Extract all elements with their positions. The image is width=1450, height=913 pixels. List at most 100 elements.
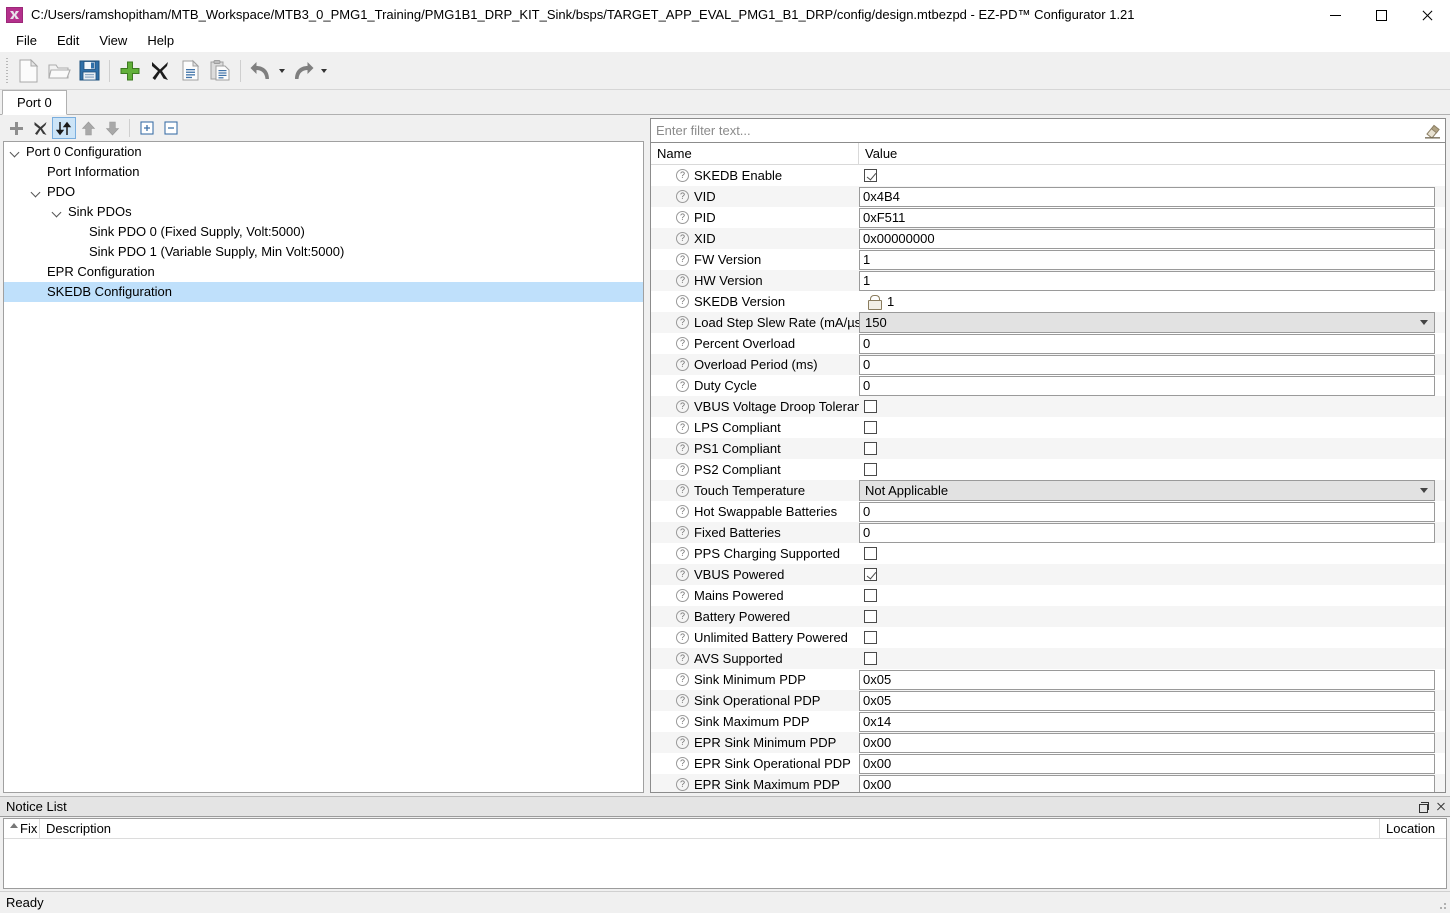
checkbox-unchecked[interactable] [864, 652, 877, 665]
help-icon[interactable]: ? [676, 757, 689, 770]
tree-expand-all-button[interactable] [135, 117, 159, 139]
dropdown-select[interactable]: 150 [859, 312, 1435, 333]
help-icon[interactable]: ? [676, 211, 689, 224]
configuration-tree[interactable]: Port 0 Configuration Port Information PDO S… [3, 141, 644, 793]
save-button[interactable] [74, 56, 104, 86]
redo-button[interactable] [288, 56, 318, 86]
text-input[interactable]: 0x00 [859, 774, 1435, 792]
text-input[interactable]: 0xF511 [859, 207, 1435, 228]
resize-grip[interactable] [1436, 899, 1448, 911]
delete-button[interactable] [145, 56, 175, 86]
checkbox-unchecked[interactable] [864, 442, 877, 455]
help-icon[interactable]: ? [676, 295, 689, 308]
tree-expander[interactable] [46, 202, 68, 222]
tree-add-button[interactable] [4, 117, 28, 139]
tree-item[interactable]: PDO [4, 182, 643, 202]
add-button[interactable] [115, 56, 145, 86]
help-icon[interactable]: ? [676, 421, 689, 434]
help-icon[interactable]: ? [676, 274, 689, 287]
filter-clear-button[interactable] [1419, 119, 1445, 142]
close-button[interactable] [1404, 0, 1450, 30]
minimize-button[interactable] [1312, 0, 1358, 30]
help-icon[interactable]: ? [676, 526, 689, 539]
tree-item[interactable]: Sink PDO 0 (Fixed Supply, Volt:5000) [4, 222, 643, 242]
help-icon[interactable]: ? [676, 169, 689, 182]
dropdown-select[interactable]: Not Applicable [859, 480, 1435, 501]
tree-expander[interactable] [25, 182, 47, 202]
redo-dropdown-button[interactable] [318, 56, 330, 86]
filter-input[interactable] [651, 120, 1419, 141]
checkbox-unchecked[interactable] [864, 421, 877, 434]
text-input[interactable]: 0x00 [859, 753, 1435, 774]
undo-button[interactable] [246, 56, 276, 86]
text-input[interactable]: 0x4B4 [859, 186, 1435, 207]
help-icon[interactable]: ? [676, 547, 689, 560]
tree-item[interactable]: Sink PDOs [4, 202, 643, 222]
help-icon[interactable]: ? [676, 253, 689, 266]
help-icon[interactable]: ? [676, 379, 689, 392]
undo-dropdown-button[interactable] [276, 56, 288, 86]
text-input[interactable]: 0x00000000 [859, 228, 1435, 249]
help-icon[interactable]: ? [676, 610, 689, 623]
text-input[interactable]: 0 [859, 501, 1435, 522]
tree-item[interactable]: EPR Configuration [4, 262, 643, 282]
text-input[interactable]: 1 [859, 270, 1435, 291]
checkbox-checked[interactable] [864, 169, 877, 182]
help-icon[interactable]: ? [676, 715, 689, 728]
notice-column-location[interactable]: Location [1380, 819, 1446, 839]
tree-move-up-button[interactable] [76, 117, 100, 139]
tree-sort-button[interactable] [52, 117, 76, 139]
menu-edit[interactable]: Edit [47, 30, 89, 52]
menu-file[interactable]: File [6, 30, 47, 52]
help-icon[interactable]: ? [676, 568, 689, 581]
text-input[interactable]: 0x00 [859, 732, 1435, 753]
tree-item[interactable]: Port 0 Configuration [4, 142, 643, 162]
paste-button[interactable] [205, 56, 235, 86]
checkbox-unchecked[interactable] [864, 610, 877, 623]
text-input[interactable]: 0 [859, 522, 1435, 543]
notice-column-description[interactable]: Description [40, 818, 1380, 839]
column-header-value[interactable]: Value [859, 143, 1445, 165]
checkbox-unchecked[interactable] [864, 631, 877, 644]
help-icon[interactable]: ? [676, 442, 689, 455]
tree-item[interactable]: Sink PDO 1 (Variable Supply, Min Volt:50… [4, 242, 643, 262]
maximize-button[interactable] [1358, 0, 1404, 30]
tree-delete-button[interactable] [28, 117, 52, 139]
text-input[interactable]: 0x14 [859, 711, 1435, 732]
help-icon[interactable]: ? [676, 736, 689, 749]
help-icon[interactable]: ? [676, 505, 689, 518]
copy-button[interactable] [175, 56, 205, 86]
toolbar-grip[interactable] [4, 57, 11, 84]
tree-expander[interactable] [4, 142, 26, 162]
help-icon[interactable]: ? [676, 589, 689, 602]
notice-close-button[interactable] [1432, 798, 1450, 816]
notice-column-fix[interactable]: Fix [4, 818, 40, 839]
open-folder-button[interactable] [44, 56, 74, 86]
help-icon[interactable]: ? [676, 778, 689, 791]
help-icon[interactable]: ? [676, 631, 689, 644]
text-input[interactable]: 0 [859, 333, 1435, 354]
help-icon[interactable]: ? [676, 190, 689, 203]
checkbox-unchecked[interactable] [864, 400, 877, 413]
help-icon[interactable]: ? [676, 337, 689, 350]
column-header-name[interactable]: Name [651, 143, 859, 165]
checkbox-unchecked[interactable] [864, 463, 877, 476]
help-icon[interactable]: ? [676, 673, 689, 686]
text-input[interactable]: 0 [859, 375, 1435, 396]
help-icon[interactable]: ? [676, 358, 689, 371]
tab-port-0[interactable]: Port 0 [2, 90, 67, 115]
tree-item[interactable]: SKEDB Configuration [4, 282, 643, 302]
checkbox-unchecked[interactable] [864, 547, 877, 560]
text-input[interactable]: 0x05 [859, 669, 1435, 690]
help-icon[interactable]: ? [676, 232, 689, 245]
tree-item[interactable]: Port Information [4, 162, 643, 182]
help-icon[interactable]: ? [676, 463, 689, 476]
menu-help[interactable]: Help [137, 30, 184, 52]
help-icon[interactable]: ? [676, 400, 689, 413]
text-input[interactable]: 0 [859, 354, 1435, 375]
help-icon[interactable]: ? [676, 652, 689, 665]
new-file-button[interactable] [14, 56, 44, 86]
tree-move-down-button[interactable] [100, 117, 124, 139]
notice-restore-button[interactable] [1414, 798, 1432, 816]
help-icon[interactable]: ? [676, 316, 689, 329]
